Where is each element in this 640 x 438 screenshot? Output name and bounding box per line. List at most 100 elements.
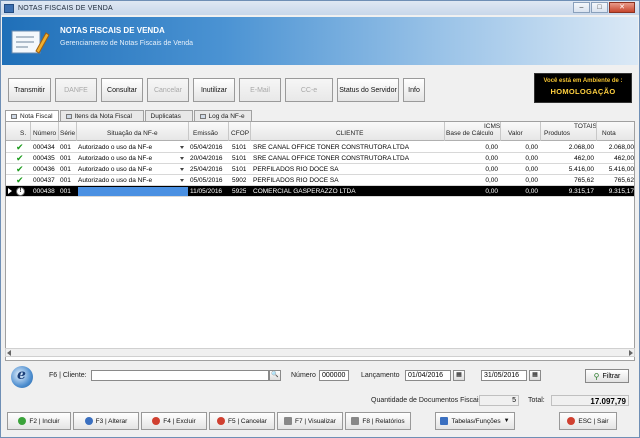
cell-base: 0,00 [485, 144, 498, 151]
edit-icon [84, 417, 93, 425]
search-icon[interactable]: 🔍 [269, 370, 281, 381]
header-valor[interactable]: Valor [508, 130, 523, 137]
cell-serie: 001 [60, 155, 71, 162]
checkmark-icon: ✔ [16, 142, 24, 152]
cell-situacao: Autorizado o uso da NF-e [78, 155, 153, 162]
row-pointer-icon [8, 188, 12, 194]
calendar-icon[interactable]: ▦ [529, 370, 541, 381]
cell-base: 0,00 [485, 177, 498, 184]
cell-cliente: SRE CANAL OFFICE TONER CONSTRUTORA LTDA [253, 144, 410, 151]
qtd-label: Quantidade de Documentos Fiscais: [371, 397, 484, 404]
tab-icon [11, 114, 17, 119]
consultar-button[interactable]: Consultar [101, 78, 143, 102]
column-divider [228, 122, 229, 141]
notas-grid[interactable]: ICMS TOTAIS S. Número Série Situação da … [5, 121, 635, 361]
minimize-icon[interactable]: – [573, 2, 590, 13]
visualizar-label: F7 | Visualizar [295, 417, 336, 425]
table-row-selected[interactable]: ! 000438 001 11/05/2016 5925 COMERCIAL G… [6, 186, 634, 197]
header-emissao[interactable]: Emissão [193, 130, 218, 137]
lancamento-label: Lançamento [361, 372, 400, 379]
printer-icon [284, 417, 293, 425]
maximize-icon[interactable]: □ [591, 2, 608, 13]
window-title: NOTAS FISCAIS DE VENDA [18, 4, 113, 12]
header-cfop[interactable]: CFOP [231, 130, 249, 137]
date-from-input[interactable]: 01/04/2016 [405, 370, 451, 381]
column-divider [444, 122, 445, 141]
status-servidor-button[interactable]: Status do Servidor [337, 78, 399, 102]
date-to-input[interactable]: 31/05/2016 [481, 370, 527, 381]
excluir-button[interactable]: F4 | Excluir [141, 412, 207, 430]
tab-log[interactable]: Log da NF-e [193, 110, 252, 121]
cell-emissao: 20/04/2016 [190, 155, 223, 162]
info-button[interactable]: Info [403, 78, 425, 102]
environment-value: HOMOLOGAÇÃO [550, 87, 616, 96]
app-icon [4, 3, 14, 13]
cell-situacao-editor[interactable] [78, 187, 188, 196]
header-situacao[interactable]: Situação da NF-e [107, 130, 158, 137]
tab-strip: Nota Fiscal Itens da Nota Fiscal Duplica… [5, 110, 253, 122]
window-controls: – □ ✕ [573, 2, 635, 13]
cell-valor: 0,00 [525, 144, 538, 151]
grid-header: ICMS TOTAIS S. Número Série Situação da … [6, 122, 634, 141]
header-serie[interactable]: Série [60, 130, 75, 137]
cell-cliente: COMERCIAL GASPERAZZO LTDA [253, 188, 356, 195]
action-bar: F2 | Incluir F3 | Alterar F4 | Excluir F… [7, 412, 635, 430]
header-produtos[interactable]: Produtos [544, 130, 570, 137]
transmitir-button[interactable]: Transmitir [8, 78, 51, 102]
filtrar-button[interactable]: ⚲ Filtrar [585, 369, 629, 383]
header-cliente[interactable]: CLIENTE [336, 130, 363, 137]
scroll-right-icon[interactable] [629, 350, 633, 356]
tab-label: Log da NF-e [208, 112, 245, 120]
excluir-label: F4 | Excluir [163, 417, 196, 425]
sair-label: ESC | Sair [578, 417, 609, 425]
column-divider [30, 122, 31, 141]
delete-icon [152, 417, 161, 425]
header-icms: ICMS [484, 123, 501, 130]
chevron-down-icon[interactable] [179, 165, 186, 173]
danfe-button[interactable]: DANFE [55, 78, 97, 102]
email-button[interactable]: E-Mail [239, 78, 281, 102]
cell-valor: 0,00 [525, 188, 538, 195]
cce-button[interactable]: CC-e [285, 78, 333, 102]
header-numero[interactable]: Número [33, 130, 56, 137]
column-divider [188, 122, 189, 141]
cell-cfop: 5101 [232, 155, 247, 162]
tabelas-funcoes-button[interactable]: Tabelas/Funções ▼ [435, 412, 515, 430]
inutilizar-button[interactable]: Inutilizar [193, 78, 235, 102]
column-divider [540, 122, 541, 141]
cancelar-action-button[interactable]: F5 | Cancelar [209, 412, 275, 430]
chevron-down-icon[interactable] [179, 143, 186, 151]
cancelar-button[interactable]: Cancelar [147, 78, 189, 102]
visualizar-button[interactable]: F7 | Visualizar [277, 412, 343, 430]
header-nota[interactable]: Nota [602, 130, 616, 137]
table-row[interactable]: ✔ 000434 001 Autorizado o uso da NF-e 05… [6, 142, 634, 153]
header-base[interactable]: Base de Cálculo [446, 130, 493, 137]
nfe-logo-icon [11, 366, 33, 388]
cell-cliente: PERFILADOS RIO DOCE SA [253, 177, 339, 184]
numero-input[interactable]: 000000 [319, 370, 349, 381]
calendar-icon[interactable]: ▦ [453, 370, 465, 381]
header-s[interactable]: S. [20, 130, 26, 137]
tab-itens[interactable]: Itens da Nota Fiscal [59, 110, 144, 121]
relatorios-button[interactable]: F8 | Relatórios [345, 412, 411, 430]
cliente-input[interactable] [91, 370, 269, 381]
horizontal-scrollbar[interactable] [5, 348, 635, 357]
chevron-down-icon[interactable] [179, 154, 186, 162]
table-row[interactable]: ✔ 000437 001 Autorizado o uso da NF-e 05… [6, 175, 634, 186]
plus-icon [18, 417, 27, 425]
table-row[interactable]: ✔ 000435 001 Autorizado o uso da NF-e 20… [6, 153, 634, 164]
cell-numero: 000437 [33, 177, 55, 184]
incluir-button[interactable]: F2 | Incluir [7, 412, 71, 430]
cell-serie: 001 [60, 188, 71, 195]
sair-button[interactable]: ESC | Sair [559, 412, 617, 430]
close-icon[interactable]: ✕ [609, 2, 635, 13]
cell-emissao: 25/04/2016 [190, 166, 223, 173]
alterar-button[interactable]: F3 | Alterar [73, 412, 139, 430]
tab-duplicatas[interactable]: Duplicatas [144, 110, 193, 121]
cell-emissao: 11/05/2016 [190, 188, 223, 195]
chevron-down-icon[interactable] [179, 176, 186, 184]
scroll-left-icon[interactable] [7, 350, 11, 356]
table-row[interactable]: ✔ 000436 001 Autorizado o uso da NF-e 25… [6, 164, 634, 175]
qtd-value: 5 [479, 395, 519, 406]
cell-emissao: 05/04/2016 [190, 144, 223, 151]
